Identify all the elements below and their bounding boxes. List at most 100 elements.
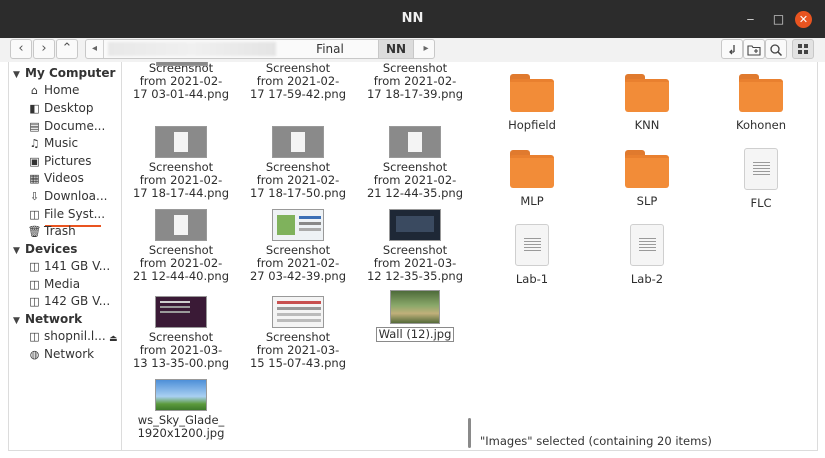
sidebar-item-volume-142[interactable]: ◫ 142 GB V... [27,293,122,310]
thumbnail [272,296,324,328]
toolbar: ‹ › ⌃ ◂ Final Semester NN ▸ [0,38,825,62]
file-item[interactable]: Screenshot from 2021-03- 15 15-07-43.png [239,296,357,370]
minimize-button[interactable]: ‒ [742,11,759,28]
triangle-left-icon: ◂ [91,43,98,54]
folder-item-mlp[interactable]: MLP [492,150,572,208]
file-item[interactable]: Screenshot from 2021-02- 21 12-44-40.png [122,209,240,283]
new-folder-icon [747,45,761,56]
drive-icon: ◫ [29,295,40,308]
thumbnail [155,126,207,158]
folder-item-kohonen[interactable]: Kohonen [721,74,801,132]
maximize-button[interactable]: □ [770,11,787,28]
document-icon: ▤ [29,120,40,133]
folder-item-hopfield[interactable]: Hopfield [492,74,572,132]
file-item-lab-1[interactable]: Lab-1 [492,224,572,286]
folder-icon [510,150,554,188]
open-terminal-button[interactable] [721,39,743,59]
file-item[interactable]: Wall (12).jpg [356,290,471,342]
sidebar-item-trash[interactable]: 🗑 Trash [27,223,122,240]
grid-view-button[interactable] [792,39,814,59]
breadcrumb-nn[interactable]: NN [378,40,414,58]
document-icon [744,148,778,190]
chevron-up-icon: ⌃ [61,41,73,56]
file-item-lab-2[interactable]: Lab-2 [607,224,687,286]
folder-icon [510,74,554,112]
open-terminal-icon [729,45,735,55]
file-item[interactable]: Screenshot from 2021-02- 17 18-17-50.png [239,126,357,200]
maximize-icon: □ [772,12,785,26]
thumbnail [272,209,324,241]
sidebar-item-downloads[interactable]: ⇩ Downloa... [27,188,122,205]
thumbnail [155,379,207,411]
file-item[interactable]: Screenshot from 2021-02- 27 03-42-39.png [239,209,357,283]
thumbnail [156,62,208,66]
new-folder-button[interactable] [743,39,765,59]
home-icon: ⌂ [31,84,38,97]
breadcrumb-scroll-left[interactable]: ◂ [86,40,104,58]
window-edge [817,62,818,450]
sidebar: ▼ My Computer ⌂ Home ◧ Desktop ▤ Docume... ♫… [8,62,121,450]
sidebar-item-home[interactable]: ⌂ Home [27,82,122,99]
close-icon: ✕ [798,13,809,26]
drive-icon: ◫ [29,208,40,221]
expand-triangle-icon: ▼ [13,316,20,326]
folder-icon [625,74,669,112]
folder-item-slp[interactable]: SLP [607,150,687,208]
desktop-icon: ◧ [29,102,40,115]
forward-button[interactable]: › [33,39,55,59]
window-title: NN [401,11,424,26]
grid-view-icon [798,44,808,54]
breadcrumb-final-semester[interactable]: Final Semester [286,40,374,58]
sidebar-item-documents[interactable]: ▤ Docume... [27,118,122,135]
search-button[interactable] [765,39,787,59]
minimize-icon: ‒ [746,12,755,26]
sidebar-item-file-system[interactable]: ◫ File Syst... [27,206,122,223]
download-icon: ⇩ [29,190,40,203]
thumbnail [390,290,440,324]
file-item[interactable]: Screenshot from 2021-03- 13 13-35-00.png [122,296,240,370]
sidebar-item-shopnil[interactable]: ◫ shopnil.l... [27,328,107,345]
images-pane[interactable]: Screenshot from 2021-02- 17 03-01-44.png S… [122,62,471,450]
expand-triangle-icon: ▼ [13,70,20,80]
chevron-left-icon: ‹ [18,41,24,56]
file-item[interactable]: Screenshot from 2021-03- 12 12-35-35.png [356,209,471,283]
file-item[interactable]: Screenshot from 2021-02- 17 18-17-39.png [356,62,471,101]
document-icon [515,224,549,266]
drive-icon: ◫ [29,330,40,343]
trash-icon: 🗑 [27,225,42,238]
close-button[interactable]: ✕ [795,11,812,28]
back-button[interactable]: ‹ [10,39,32,59]
globe-icon: ◍ [29,348,40,361]
file-item[interactable]: Screenshot from 2021-02- 17 17-59-42.png [239,62,357,101]
folder-icon [739,74,783,112]
file-item[interactable]: ws_Sky_Glade_ 1920x1200.jpg [122,379,240,440]
sidebar-item-pictures[interactable]: ▣ Pictures [27,153,122,170]
folder-item-knn[interactable]: KNN [607,74,687,132]
sidebar-section-my-computer[interactable]: ▼ My Computer [13,65,115,82]
sidebar-section-devices[interactable]: ▼ Devices [13,241,77,258]
up-button[interactable]: ⌃ [56,39,78,59]
sidebar-item-videos[interactable]: ▦ Videos [27,170,122,187]
sidebar-item-network[interactable]: ◍ Network [27,346,122,363]
sidebar-item-volume-141[interactable]: ◫ 141 GB V... [27,258,122,275]
document-icon [630,224,664,266]
file-item[interactable]: Screenshot from 2021-02- 17 18-17-44.png [122,126,240,200]
file-item[interactable]: Screenshot from 2021-02- 17 03-01-44.png [122,62,240,101]
nn-pane[interactable]: Hopfield KNN Kohonen MLP SLP FLC Lab-1 L… [472,62,817,450]
sidebar-item-media[interactable]: ◫ Media [27,276,122,293]
title-bar: NN ‒ □ ✕ [0,0,825,38]
eject-icon[interactable]: ⏏ [109,334,118,344]
breadcrumb-scroll-right[interactable]: ▸ [418,40,434,58]
sidebar-item-music[interactable]: ♫ Music [27,135,122,152]
thumbnail [155,296,207,328]
search-icon [770,44,783,57]
images-pane-scrollbar[interactable] [468,418,471,448]
sidebar-section-network[interactable]: ▼ Network [13,311,82,328]
file-item-flc[interactable]: FLC [721,148,801,210]
pictures-icon: ▣ [29,155,40,168]
thumbnail [155,209,207,241]
status-bar: "Images" selected (containing 20 items) [480,434,712,448]
file-item[interactable]: Screenshot from 2021-02- 21 12-44-35.png [356,126,471,200]
sidebar-item-desktop[interactable]: ◧ Desktop [27,100,122,117]
breadcrumb-hidden-segments [108,42,276,56]
